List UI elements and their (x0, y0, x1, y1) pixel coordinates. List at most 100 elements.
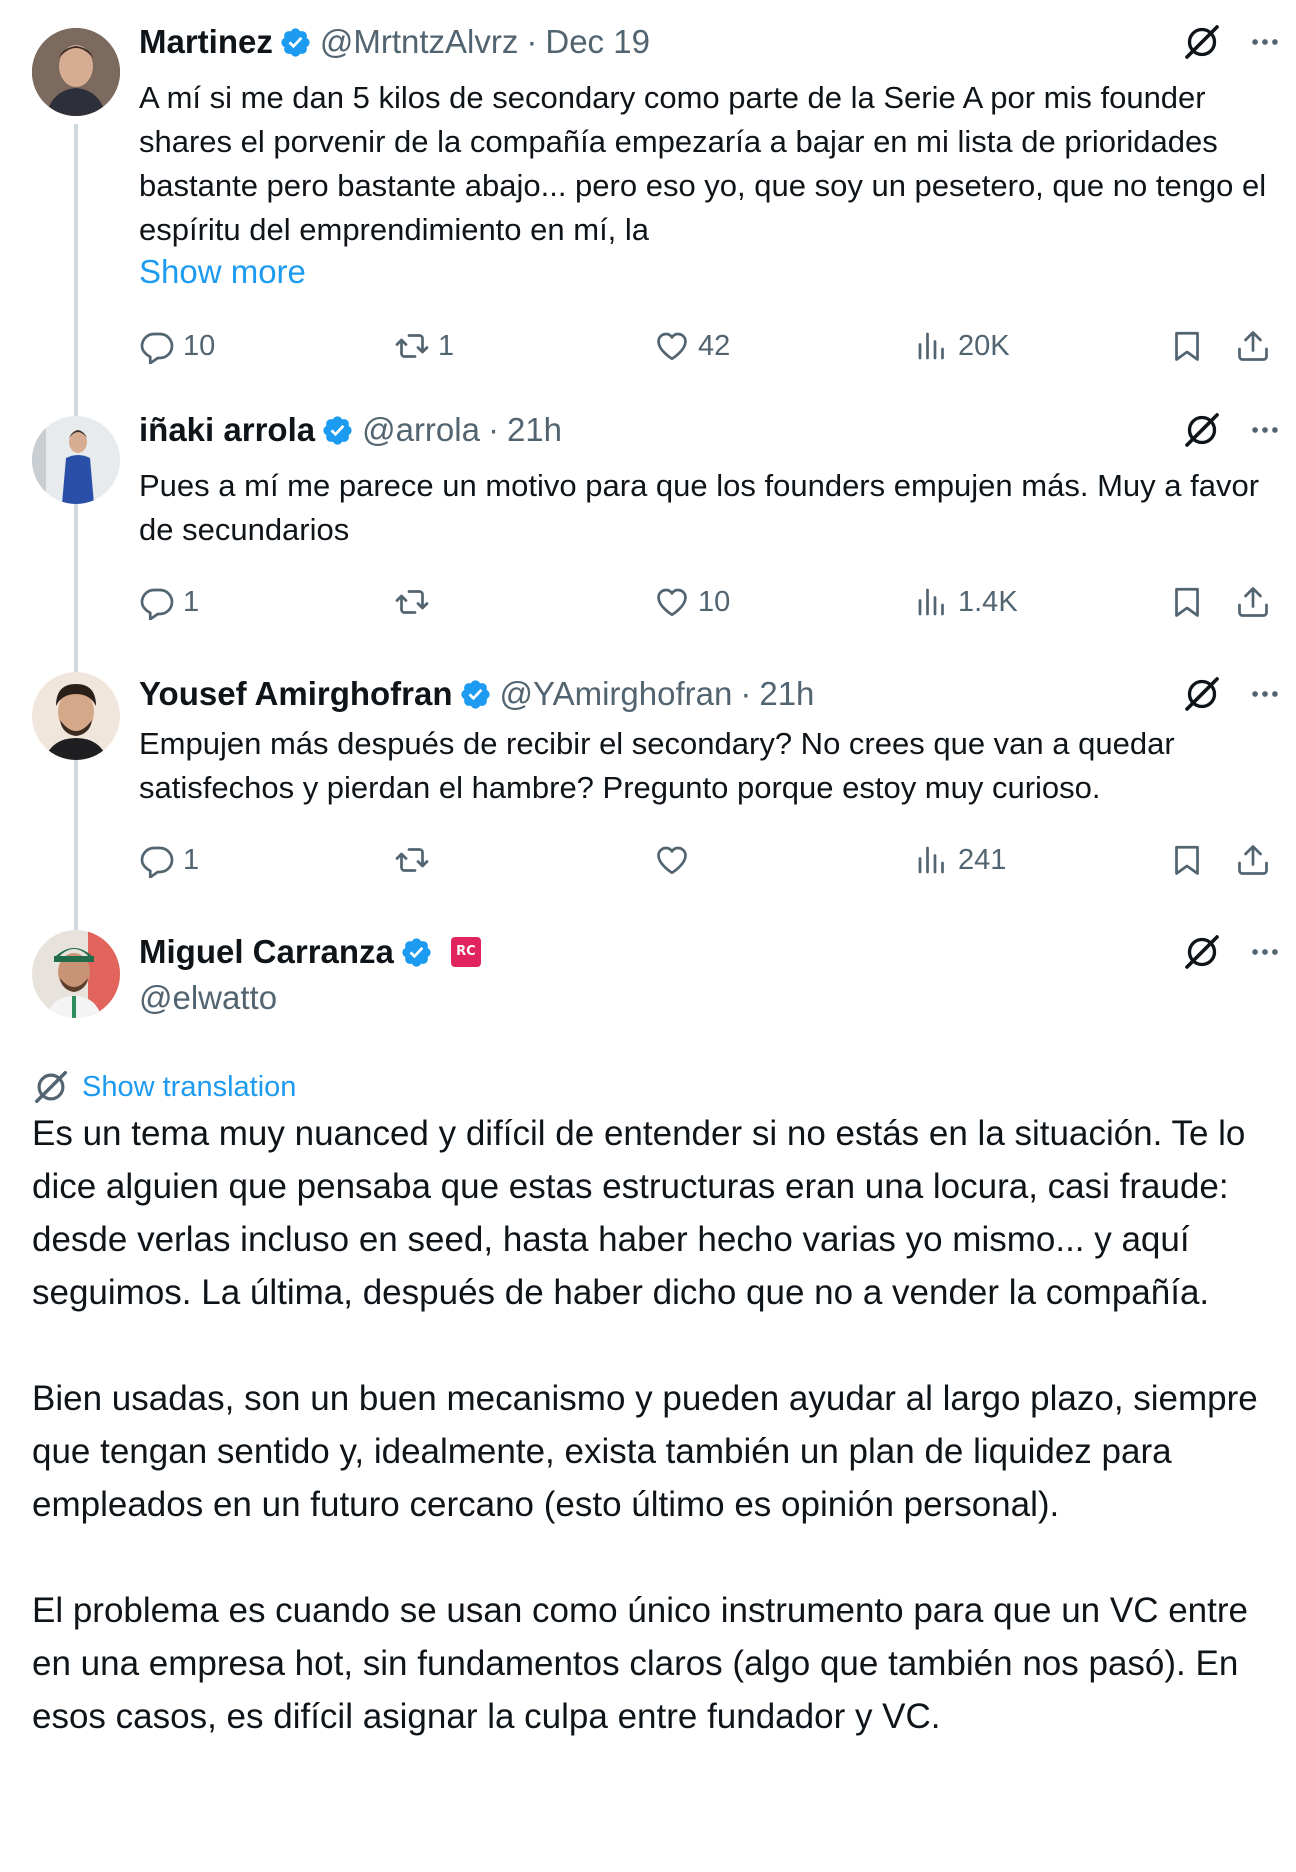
bookmark-button[interactable] (1169, 320, 1205, 372)
share-icon (1235, 584, 1271, 620)
views-button[interactable]: 20K (914, 320, 1010, 372)
reply-count: 1 (183, 585, 200, 618)
tweet-actions: 10 1 42 20K (139, 320, 1282, 372)
tweet-corner-actions (1182, 672, 1282, 716)
tweet-header: Martinez @MrtntzAlvrz · Dec 19 (139, 20, 650, 64)
tweet-actions: 1 241 (139, 834, 1282, 886)
user-handle[interactable]: @YAmirghofran (500, 675, 733, 713)
repost-count: 1 (438, 329, 455, 362)
tweet-text: A mí si me dan 5 kilos de secondary como… (139, 80, 1267, 247)
avatar[interactable] (32, 416, 120, 504)
show-translation-button[interactable]: Show translation (32, 1065, 296, 1109)
tweet-text: Empujen más después de recibir el second… (139, 726, 1175, 805)
verified-badge-icon (279, 26, 312, 59)
thread-line (74, 124, 78, 942)
repost-icon (394, 842, 430, 878)
separator-dot: · (740, 675, 752, 712)
repost-button[interactable]: 1 (394, 320, 454, 372)
more-options-icon[interactable] (1248, 935, 1282, 969)
grok-icon[interactable] (1182, 674, 1222, 714)
verified-badge-icon (321, 414, 354, 447)
display-name[interactable]: Miguel Carranza (139, 933, 394, 971)
repost-button[interactable] (394, 576, 438, 628)
views-button[interactable]: 1.4K (914, 576, 1018, 628)
display-name[interactable]: Yousef Amirghofran (139, 675, 453, 713)
like-button[interactable]: 10 (654, 576, 730, 628)
grok-icon[interactable] (1182, 932, 1222, 972)
affiliate-badge[interactable]: RC (450, 937, 481, 967)
avatar[interactable] (32, 672, 120, 760)
display-name[interactable]: iñaki arrola (139, 411, 315, 449)
show-more-link[interactable]: Show more (139, 250, 306, 294)
bookmark-button[interactable] (1169, 834, 1205, 886)
reply-count: 1 (183, 843, 200, 876)
repost-icon (394, 584, 430, 620)
reply-icon (139, 842, 175, 878)
views-button[interactable]: 241 (914, 834, 1006, 886)
reply-button[interactable]: 10 (139, 320, 215, 372)
share-button[interactable] (1235, 320, 1271, 372)
reply-button[interactable]: 1 (139, 834, 199, 886)
view-count: 241 (958, 843, 1007, 876)
user-handle[interactable]: @MrtntzAlvrz (320, 23, 519, 61)
separator-dot: · (487, 411, 499, 448)
paragraph: Bien usadas, son un buen mecanismo y pue… (32, 1379, 1258, 1524)
tweet-header: Miguel Carranza RC (139, 930, 481, 974)
heart-icon (654, 328, 690, 364)
handle-row: @elwatto (139, 976, 277, 1020)
main-tweet-text: Es un tema muy nuanced y difícil de ente… (32, 1107, 1272, 1796)
grok-icon[interactable] (1182, 410, 1222, 450)
avatar-amirghofran-icon (32, 672, 120, 760)
like-button[interactable] (654, 834, 698, 886)
timestamp[interactable]: Dec 19 (545, 23, 650, 61)
like-count: 10 (698, 585, 731, 618)
paragraph: El problema es cuando se usan como único… (32, 1591, 1248, 1736)
separator-dot: · (526, 23, 538, 60)
bookmark-icon (1169, 328, 1205, 364)
like-button[interactable]: 42 (654, 320, 730, 372)
share-icon (1235, 328, 1271, 364)
avatar[interactable] (32, 930, 120, 1018)
verified-badge-icon (400, 936, 433, 969)
view-count: 1.4K (958, 585, 1018, 618)
share-icon (1235, 842, 1271, 878)
tweet-actions: 1 10 1.4K (139, 576, 1282, 628)
reply-button[interactable]: 1 (139, 576, 199, 628)
paragraph: Es un tema muy nuanced y difícil de ente… (32, 1114, 1246, 1312)
view-count: 20K (958, 329, 1010, 362)
tweet-corner-actions (1182, 20, 1282, 64)
avatar-carranza-icon (32, 930, 120, 1018)
display-name[interactable]: Martinez (139, 23, 273, 61)
avatar-arrola-icon (32, 416, 120, 504)
share-button[interactable] (1235, 576, 1271, 628)
timestamp[interactable]: 21h (507, 411, 562, 449)
timestamp[interactable]: 21h (759, 675, 814, 713)
bookmark-button[interactable] (1169, 576, 1205, 628)
more-options-icon[interactable] (1248, 677, 1282, 711)
repost-button[interactable] (394, 834, 438, 886)
reply-count: 10 (183, 329, 216, 362)
like-count: 42 (698, 329, 731, 362)
show-translation-label: Show translation (82, 1070, 297, 1103)
tweet-header: iñaki arrola @arrola · 21h (139, 408, 562, 452)
grok-icon[interactable] (1182, 22, 1222, 62)
tweet-text: Pues a mí me parece un motivo para que l… (139, 468, 1260, 547)
verified-badge-icon (459, 678, 492, 711)
avatar-martinez-icon (32, 28, 120, 116)
repost-icon (394, 328, 430, 364)
user-handle[interactable]: @elwatto (139, 979, 277, 1017)
tweet-header: Yousef Amirghofran @YAmirghofran · 21h (139, 672, 814, 716)
share-button[interactable] (1235, 834, 1271, 886)
reply-icon (139, 584, 175, 620)
reply-icon (139, 328, 175, 364)
heart-icon (654, 842, 690, 878)
bookmark-icon (1169, 584, 1205, 620)
more-options-icon[interactable] (1248, 25, 1282, 59)
user-handle[interactable]: @arrola (362, 411, 480, 449)
tweet-corner-actions (1182, 930, 1282, 974)
heart-icon (654, 584, 690, 620)
avatar[interactable] (32, 28, 120, 116)
bookmark-icon (1169, 842, 1205, 878)
more-options-icon[interactable] (1248, 413, 1282, 447)
translate-icon (32, 1068, 70, 1106)
